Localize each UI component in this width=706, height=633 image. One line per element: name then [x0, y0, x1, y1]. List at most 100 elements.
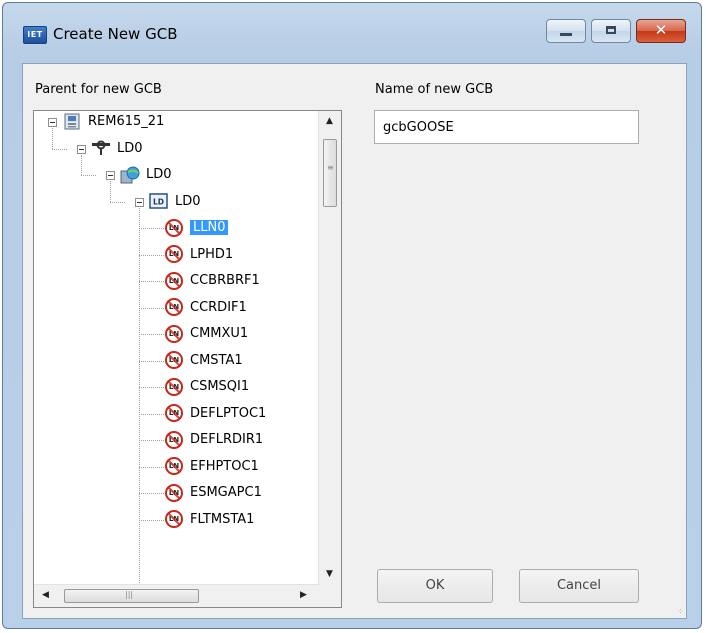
tree-connector [52, 128, 53, 149]
scroll-corner [319, 585, 341, 607]
tree-item[interactable]: LN LPHD1 [164, 244, 233, 266]
title-bar[interactable]: IET Create New GCB ✕ [3, 3, 701, 65]
tree-connector [139, 254, 164, 256]
dialog-window: IET Create New GCB ✕ Parent for new GCB … [2, 2, 702, 629]
tree-item-label: LPHD1 [190, 246, 234, 262]
logical-node-icon: LN [164, 510, 184, 528]
tree-item[interactable]: LN LLN0 [164, 217, 229, 239]
tree-item-label: FLTMSTA1 [190, 511, 255, 527]
server-globe-icon [120, 166, 140, 184]
parent-label: Parent for new GCB [35, 82, 162, 97]
maximize-button[interactable] [591, 19, 631, 43]
tree-connector [81, 154, 82, 175]
logical-node-icon: LN [164, 377, 184, 396]
tree-connector [139, 281, 164, 282]
close-icon: ✕ [654, 21, 668, 39]
svg-text:LD: LD [153, 198, 164, 207]
tree-item[interactable]: LN DEFLRDIR1 [164, 429, 263, 451]
tree-item[interactable]: REM615_21 [62, 111, 164, 133]
gcb-name-input[interactable] [374, 110, 639, 144]
tree-item[interactable]: LN CSMSQI1 [164, 376, 249, 398]
tree-item[interactable]: LN CMSTA1 [164, 350, 243, 372]
logical-node-icon: LN [164, 430, 184, 449]
tree-item[interactable]: LD LD0 [149, 191, 201, 213]
tree-connector [139, 413, 164, 415]
logical-node-icon: LN [164, 404, 184, 422]
logical-node-icon: LN [164, 298, 184, 316]
tree-connector [139, 440, 164, 441]
window-title: Create New GCB [53, 25, 178, 43]
tree-item[interactable]: LN DEFLPTOC1 [164, 403, 266, 425]
tree-connector [110, 181, 111, 202]
tree-item[interactable]: LN EFHPTOC1 [164, 456, 259, 478]
tree-connector [139, 334, 164, 335]
tree-connector [139, 228, 164, 229]
tree-item-label: CCBRBRF1 [190, 273, 260, 288]
tree-item-label: LD0 [175, 193, 201, 209]
vertical-scrollbar[interactable]: ▲ ≡ ▼ [318, 111, 341, 585]
logical-node-icon: LN [164, 271, 184, 290]
tree-item[interactable]: LN CCRDIF1 [164, 297, 247, 319]
tree-item-label: CMMXU1 [190, 326, 249, 341]
tree-connector [139, 493, 164, 494]
horizontal-scroll-thumb[interactable]: ||| [64, 589, 199, 603]
grip-icon: ≡ [327, 163, 334, 172]
tree-item[interactable]: LD0 [120, 164, 172, 186]
tree-connector [139, 307, 164, 309]
tree-item[interactable]: LN FLTMSTA1 [164, 509, 254, 531]
dialog-content: Parent for new GCB Name of new GCB REM61… [22, 63, 687, 619]
vertical-scroll-thumb[interactable]: ≡ [323, 139, 337, 207]
scroll-left-icon[interactable]: ◀ [42, 590, 49, 600]
tree-item[interactable]: LN ESMGAPC1 [164, 482, 262, 504]
tree-item-label: LLN0 [190, 220, 229, 235]
app-icon: IET [23, 26, 47, 44]
logical-node-icon: LN [164, 218, 184, 237]
tree-item-label: REM615_21 [88, 114, 165, 129]
minimize-icon [560, 33, 572, 36]
minimize-button[interactable] [546, 19, 586, 43]
logical-device-icon: LD [149, 192, 169, 210]
tree-item-label: LD0 [117, 140, 143, 156]
tree-connector [52, 148, 67, 150]
access-point-icon [91, 139, 111, 157]
tree-item-label: CSMSQI1 [190, 379, 250, 394]
cancel-button[interactable]: Cancel [519, 569, 639, 603]
tree-item-label: EFHPTOC1 [190, 458, 259, 474]
tree-connector [139, 519, 164, 521]
tree-item-label: CCRDIF1 [190, 299, 247, 315]
tree-item-label: DEFLRDIR1 [190, 432, 264, 447]
logical-node-icon: LN [164, 324, 184, 343]
scroll-right-icon[interactable]: ▶ [300, 590, 307, 600]
tree-item-label: ESMGAPC1 [190, 485, 262, 500]
logical-node-icon: LN [164, 245, 184, 263]
horizontal-scrollbar[interactable]: ◀ ||| ▶ [34, 584, 319, 607]
resize-grip-icon[interactable]: ⁘ [677, 607, 684, 616]
scroll-up-icon[interactable]: ▲ [326, 116, 333, 126]
parent-tree-view[interactable]: REM615_21 LD0 LD0 LD LD0 LN LLN0 LN LPHD1 LN CCBRB… [33, 110, 342, 608]
tree-item-label: LD0 [146, 167, 172, 182]
tree-connector [139, 207, 140, 585]
tree-item-label: DEFLPTOC1 [190, 405, 267, 421]
tree-item[interactable]: LN CCBRBRF1 [164, 270, 260, 292]
collapse-toggle-icon[interactable] [48, 118, 57, 127]
tree-connector [139, 387, 164, 388]
tree-item-label: CMSTA1 [190, 352, 243, 368]
collapse-toggle-icon[interactable] [77, 144, 86, 154]
ied-device-icon [62, 113, 82, 131]
tree-content: REM615_21 LD0 LD0 LD LD0 LN LLN0 LN LPHD1 LN CCBRB… [34, 111, 319, 585]
tree-item[interactable]: LN CMMXU1 [164, 323, 248, 345]
maximize-icon [606, 26, 616, 34]
logical-node-icon: LN [164, 351, 184, 369]
tree-connector [139, 466, 164, 468]
scroll-down-icon[interactable]: ▼ [326, 569, 333, 579]
collapse-toggle-icon[interactable] [106, 171, 115, 180]
tree-connector [110, 201, 125, 203]
tree-item[interactable]: LD0 [91, 138, 143, 160]
logical-node-icon: LN [164, 457, 184, 475]
collapse-toggle-icon[interactable] [135, 197, 144, 207]
name-label: Name of new GCB [375, 82, 494, 97]
close-button[interactable]: ✕ [636, 19, 686, 43]
tree-connector [81, 175, 96, 176]
tree-connector [139, 360, 164, 362]
ok-button[interactable]: OK [377, 569, 493, 603]
